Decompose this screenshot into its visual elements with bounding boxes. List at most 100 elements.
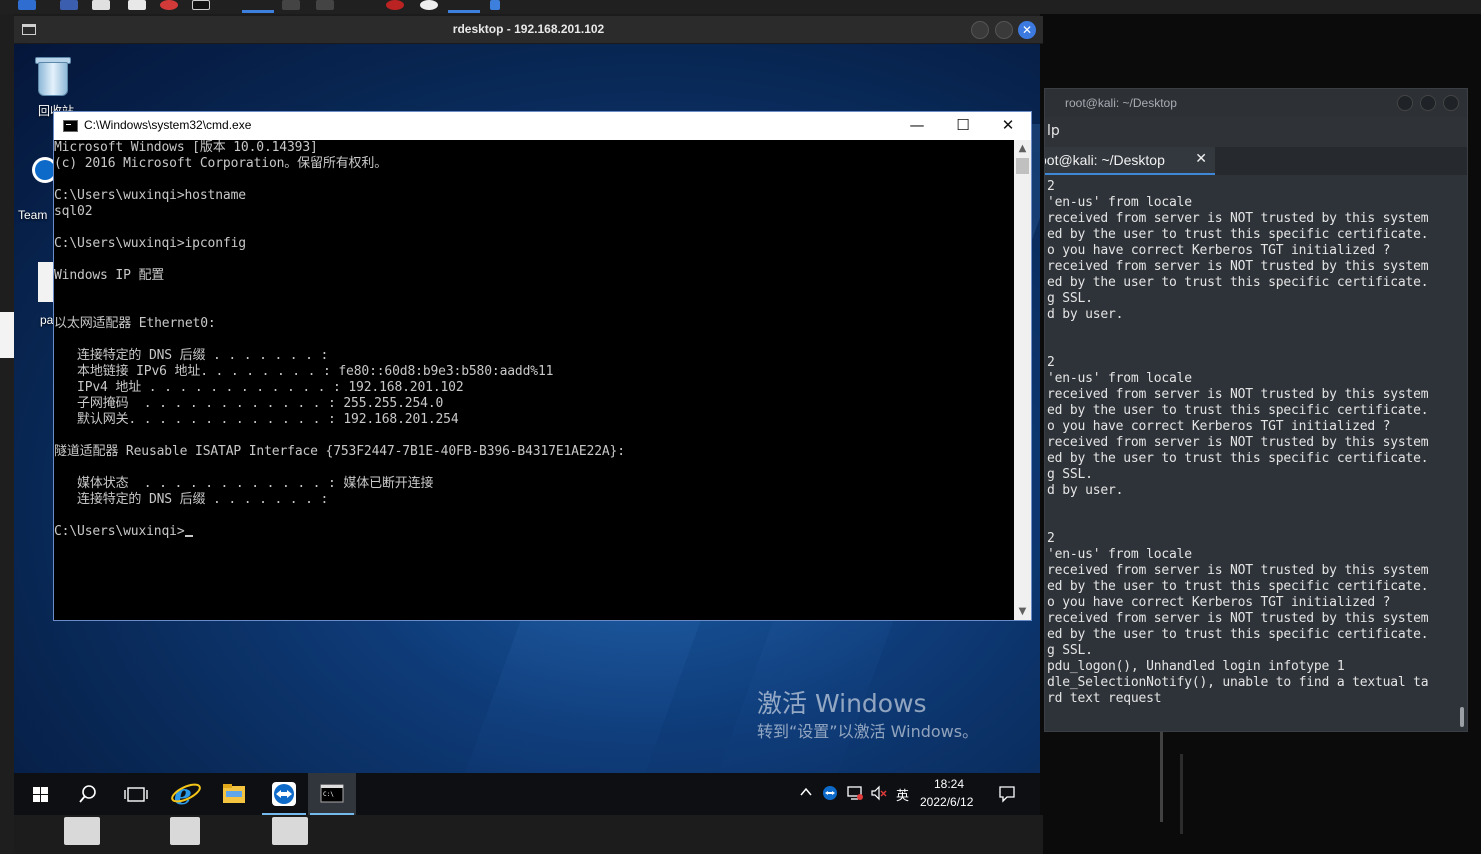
file-label[interactable]: pa — [40, 313, 53, 327]
clock-time[interactable]: 18:24 — [934, 777, 964, 791]
maximize-icon: ☐ — [956, 116, 970, 134]
minimize-icon[interactable] — [971, 21, 989, 39]
maximize-button[interactable]: ☐ — [940, 112, 986, 140]
host-desktop-file-icon[interactable] — [64, 817, 100, 845]
scroll-thumb[interactable] — [1016, 158, 1029, 174]
scroll-up-icon[interactable]: ▲ — [1014, 140, 1031, 157]
kali-title-bar[interactable]: root@kali: ~/Desktop — [1045, 89, 1467, 117]
host-desktop-file-icon[interactable] — [272, 817, 308, 845]
cmd-taskbar-button[interactable]: C:\ — [308, 773, 356, 815]
terminal-output-line: 'en-us' from locale — [1047, 547, 1192, 562]
cmd-window[interactable]: C:\Windows\system32\cmd.exe — ☐ ✕ Micros… — [53, 111, 1032, 621]
cmd-console-output[interactable]: Microsoft Windows [版本 10.0.14393] (c) 201… — [54, 140, 1014, 620]
task-view-button[interactable] — [112, 773, 160, 815]
teamviewer-tray-icon[interactable] — [822, 785, 838, 801]
menu-help[interactable]: lp — [1047, 123, 1060, 139]
terminal-output-line: ed by the user to trust this specific ce… — [1047, 403, 1429, 418]
kali-menu-icon[interactable] — [18, 0, 36, 10]
kali-window-title: root@kali: ~/Desktop — [1065, 96, 1177, 110]
svg-text:e: e — [174, 778, 192, 811]
internet-explorer-button[interactable]: e — [162, 773, 210, 815]
terminal-output-line: d by user. — [1047, 483, 1124, 498]
kali-terminal-output[interactable]: 2'en-us' from locale received from server… — [1047, 179, 1461, 731]
terminal-output-line: o you have correct Kerberos TGT initiali… — [1047, 419, 1391, 434]
background-streak — [1180, 754, 1183, 834]
task-icon[interactable] — [490, 0, 500, 10]
terminal-output-line: received from server is NOT trusted by t… — [1047, 563, 1429, 578]
terminal-output-line: g SSL. — [1047, 291, 1093, 306]
terminal-output-line: 'en-us' from locale — [1047, 195, 1192, 210]
show-hidden-icons-chevron-icon[interactable] — [800, 786, 812, 798]
svg-text:C:\: C:\ — [323, 791, 334, 798]
recycle-bin-icon[interactable] — [34, 54, 72, 96]
minimize-icon[interactable] — [1397, 95, 1413, 111]
input-method-indicator[interactable]: 英 — [896, 785, 909, 804]
cmd-prompt-line[interactable]: C:\Users\wuxinqi> — [54, 524, 1014, 540]
close-icon[interactable] — [1443, 95, 1459, 111]
start-button[interactable] — [16, 773, 64, 815]
network-icon[interactable] — [846, 785, 864, 801]
terminal-launcher-icon[interactable] — [192, 0, 210, 10]
cmd-output-lines: Microsoft Windows [版本 10.0.14393] (c) 201… — [54, 140, 1014, 524]
action-center-icon[interactable] — [998, 785, 1016, 803]
ie-icon: e — [171, 778, 201, 811]
text-cursor — [184, 535, 193, 537]
kali-scrollbar[interactable] — [1460, 707, 1464, 727]
close-button[interactable]: ✕ — [985, 112, 1031, 140]
files-icon[interactable] — [92, 0, 110, 10]
cmd-output-line: 子网掩码 . . . . . . . . . . . . : 255.255.2… — [54, 396, 444, 411]
task-icon[interactable] — [282, 0, 300, 10]
start-icon — [33, 787, 48, 802]
search-icon — [79, 785, 96, 803]
cmd-icon: C:\ — [320, 784, 344, 803]
close-icon[interactable]: ✕ — [1018, 21, 1036, 39]
terminal-output-line: ed by the user to trust this specific ce… — [1047, 275, 1429, 290]
cmd-output-line: 媒体状态 . . . . . . . . . . . . : 媒体已断开连接 — [54, 476, 434, 491]
teamviewer-label[interactable]: Team — [18, 208, 47, 222]
file-explorer-button[interactable] — [210, 773, 258, 815]
cmd-scrollbar[interactable]: ▲ ▼ — [1014, 140, 1031, 620]
cmd-output-line: Microsoft Windows [版本 10.0.14393] — [54, 140, 318, 155]
editor-icon[interactable] — [128, 0, 146, 10]
workspace-icon[interactable] — [60, 0, 78, 10]
task-icon[interactable] — [420, 0, 438, 10]
tab-terminal[interactable]: oot@kali: ~/Desktop ✕ — [1045, 147, 1215, 175]
cmd-output-line — [54, 508, 1014, 524]
tab-close-icon[interactable]: ✕ — [1195, 151, 1207, 167]
terminal-output-line: rd text request — [1047, 691, 1162, 706]
cmd-title-bar[interactable]: C:\Windows\system32\cmd.exe — ☐ ✕ — [54, 112, 1031, 140]
clock-date[interactable]: 2022/6/12 — [920, 795, 973, 809]
cmd-output-line: 连接特定的 DNS 后缀 . . . . . . . : — [54, 492, 329, 507]
scroll-down-icon[interactable]: ▼ — [1014, 603, 1031, 620]
search-button[interactable] — [64, 773, 112, 815]
cmd-prompt: C:\Users\wuxinqi> — [54, 524, 185, 539]
task-view-icon — [124, 787, 148, 802]
terminal-output-line: ed by the user to trust this specific ce… — [1047, 579, 1429, 594]
terminal-output-line: 2 — [1047, 355, 1055, 370]
cmd-output-line: 连接特定的 DNS 后缀 . . . . . . . : — [54, 348, 329, 363]
maximize-icon[interactable] — [995, 21, 1013, 39]
cmd-output-line: (c) 2016 Microsoft Corporation。保留所有权利。 — [54, 156, 388, 171]
activate-windows-subtitle: 转到“设置”以激活 Windows。 — [757, 722, 979, 741]
terminal-output-line: received from server is NOT trusted by t… — [1047, 259, 1429, 274]
terminal-output-line: 'en-us' from locale — [1047, 371, 1192, 386]
kali-tab-bar: oot@kali: ~/Desktop ✕ — [1045, 147, 1467, 175]
terminal-output-line: d by user. — [1047, 307, 1124, 322]
terminal-output-line: received from server is NOT trusted by t… — [1047, 387, 1429, 402]
rdesktop-title-bar[interactable]: rdesktop - 192.168.201.102 ✕ — [14, 16, 1043, 44]
maximize-icon[interactable] — [1420, 95, 1436, 111]
terminal-output-line: g SSL. — [1047, 467, 1093, 482]
task-icon[interactable] — [386, 0, 404, 10]
cmd-window-title: C:\Windows\system32\cmd.exe — [84, 118, 252, 132]
browser-icon[interactable] — [160, 0, 178, 10]
host-desktop-file-icon[interactable] — [170, 817, 200, 845]
screen: root@kali: ~/Desktop lp oot@kali: ~/Desk… — [0, 0, 1481, 854]
teamviewer-button[interactable] — [260, 773, 308, 815]
kali-terminal-window[interactable]: root@kali: ~/Desktop lp oot@kali: ~/Desk… — [1044, 88, 1468, 732]
task-icon[interactable] — [316, 0, 334, 10]
volume-muted-icon[interactable] — [870, 785, 888, 801]
terminal-output-line: received from server is NOT trusted by t… — [1047, 211, 1429, 226]
minimize-button[interactable]: — — [894, 112, 940, 140]
rdesktop-window-title: rdesktop - 192.168.201.102 — [452, 22, 605, 36]
